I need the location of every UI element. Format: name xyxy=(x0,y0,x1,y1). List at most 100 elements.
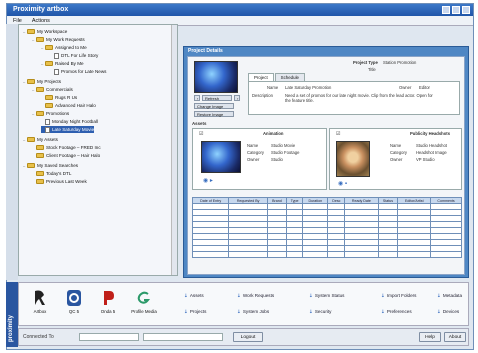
tree-item[interactable]: Advanced Hair Halo xyxy=(41,102,96,109)
tree-item[interactable]: – Assigned to Me xyxy=(41,44,87,51)
quick-link[interactable]: ⇣ Assets xyxy=(184,293,204,299)
arrow-icon: ⇣ xyxy=(184,309,188,314)
quick-link[interactable]: ⇣ Metadata xyxy=(437,293,462,299)
tree-item-label: Client Footage – Hair Halo xyxy=(46,153,101,158)
grid-cell[interactable] xyxy=(327,251,346,258)
quick-link-label: Devices xyxy=(442,309,460,314)
brand-strip: proximity xyxy=(6,282,18,347)
anim-name-label: Name xyxy=(247,143,259,148)
tree-item-label: My Projects xyxy=(37,79,61,84)
quick-link[interactable]: ⇣ Import Folders xyxy=(381,293,416,299)
maximize-button[interactable] xyxy=(452,6,460,14)
about-button[interactable]: About xyxy=(444,332,466,342)
arrow-icon: ⇣ xyxy=(381,309,385,314)
refresh-button[interactable]: Refresh xyxy=(202,95,232,101)
app-qc5[interactable]: QC 5 xyxy=(59,289,89,314)
tree-item[interactable]: – My Saved Searches xyxy=(23,162,78,169)
tree-item[interactable]: DTL For Life Story xyxy=(50,52,98,59)
grid-cell[interactable] xyxy=(344,251,379,258)
user-field[interactable] xyxy=(143,333,223,341)
grid-cell[interactable] xyxy=(430,251,462,258)
tree-item[interactable]: – Raised By Me xyxy=(41,60,84,67)
owner-value[interactable]: Editor xyxy=(419,85,430,90)
quick-link-label: Metadata xyxy=(442,293,463,298)
tree-item-label: Rugs R Us xyxy=(55,95,78,100)
brand-logo: proximity xyxy=(8,314,14,342)
grid-cell[interactable] xyxy=(377,251,399,258)
tree-item[interactable]: Monday Night Football xyxy=(41,118,98,125)
folder-icon xyxy=(45,95,53,101)
tree-item[interactable]: – My Projects xyxy=(23,78,61,85)
reference-asset-card[interactable]: ☑ Publicity Headshots Name Studio Headsh… xyxy=(329,128,462,190)
app-artbox[interactable]: Artbox xyxy=(25,289,55,314)
quick-link-label: Assets xyxy=(189,293,204,298)
app-title: Proximity artbox xyxy=(13,6,69,13)
tree-item[interactable]: Previous Last Week xyxy=(32,178,87,185)
tree-item-label: Promotions xyxy=(46,111,70,116)
quick-link-label: System Status xyxy=(314,293,345,298)
prev-image-button[interactable]: ‹ xyxy=(194,95,200,101)
restore-image-button[interactable]: Restore Image xyxy=(194,111,234,117)
name-value[interactable]: Late Saturday Promotion xyxy=(285,85,331,90)
grid-cell[interactable] xyxy=(228,251,268,258)
grid-cell[interactable] xyxy=(397,251,432,258)
title-bar: Proximity artbox xyxy=(7,4,473,16)
anim-name-value: Studio Movie xyxy=(271,143,296,148)
document-icon xyxy=(54,68,59,75)
document-icon xyxy=(54,52,59,59)
minimize-button[interactable] xyxy=(442,6,450,14)
grid-cell[interactable] xyxy=(266,251,287,258)
quick-link-label: Work Requests xyxy=(242,293,275,298)
grid-cell[interactable] xyxy=(191,251,230,258)
quick-link[interactable]: ⇣ Projects xyxy=(184,309,206,315)
quick-link-label: Security xyxy=(314,309,332,314)
project-form: Name Late Saturday Promotion Owner Edito… xyxy=(248,81,460,115)
ref-category-value: Headshot Image xyxy=(416,150,447,155)
tree-item[interactable]: Late Saturday Movie xyxy=(41,126,95,133)
owner-label: Owner xyxy=(399,85,412,90)
quick-link[interactable]: ⇣ Preferences xyxy=(381,309,412,315)
tree-item[interactable]: Promos for Late News xyxy=(50,68,106,75)
change-image-button[interactable]: Change Image xyxy=(194,103,234,109)
tree-item[interactable]: – Promotions xyxy=(32,110,69,117)
grid-cell[interactable] xyxy=(302,251,329,258)
app-onda5[interactable]: Onda 5 xyxy=(93,289,123,314)
assets-heading: Assets xyxy=(192,121,207,126)
tree-item[interactable]: Today's DTL xyxy=(32,170,71,177)
grid-cell[interactable] xyxy=(285,251,304,258)
tree-item[interactable]: – My Work Requests xyxy=(32,36,85,43)
play-icon[interactable]: ◉ ▸ xyxy=(203,177,213,184)
tree-item[interactable]: Client Footage – Hair Halo xyxy=(32,152,100,159)
name-label: Name xyxy=(267,85,279,90)
logout-button[interactable]: Logout xyxy=(233,332,263,342)
next-image-button[interactable]: › xyxy=(234,95,240,101)
grid-row[interactable] xyxy=(191,251,462,258)
app-profile-media[interactable]: Profile Media xyxy=(129,289,159,314)
panel-title: Project Details xyxy=(188,48,223,54)
tree-item[interactable]: Stock Footage – FRED Inc xyxy=(32,144,101,151)
view-icon[interactable]: ◉ ▪ xyxy=(338,180,347,187)
menu-file[interactable]: File xyxy=(13,18,22,24)
close-button[interactable] xyxy=(462,6,470,14)
tree-item[interactable]: – Commercials xyxy=(32,86,73,93)
quick-link[interactable]: ⇣ System Status xyxy=(309,293,344,299)
help-button[interactable]: Help xyxy=(419,332,441,342)
tree-item[interactable]: – My Assets xyxy=(23,136,58,143)
quick-link-label: Projects xyxy=(189,309,207,314)
quick-link[interactable]: ⇣ Work Requests xyxy=(237,293,274,299)
tree-scrollbar[interactable] xyxy=(171,25,177,275)
server-field[interactable] xyxy=(79,333,139,341)
tree-item[interactable]: Rugs R Us xyxy=(41,94,77,101)
connected-label: Connected To xyxy=(23,334,54,340)
quick-link[interactable]: ⇣ Security xyxy=(309,309,331,315)
ref-owner-value: VP Studio xyxy=(416,157,435,162)
description-value[interactable]: Need a set of promos for our late night … xyxy=(285,93,435,103)
tree-item[interactable]: – My Workspace xyxy=(23,28,67,35)
animation-asset-card[interactable]: ☑ Animation Name Studio Movie Category S… xyxy=(192,128,327,190)
media-icon xyxy=(137,291,151,304)
quick-link[interactable]: ⇣ Devices xyxy=(437,309,459,315)
checkbox-icon[interactable]: ☑ xyxy=(336,131,340,137)
menu-actions[interactable]: Actions xyxy=(32,18,50,24)
checkbox-icon[interactable]: ☑ xyxy=(199,131,203,137)
quick-link[interactable]: ⇣ System Jobs xyxy=(237,309,269,315)
